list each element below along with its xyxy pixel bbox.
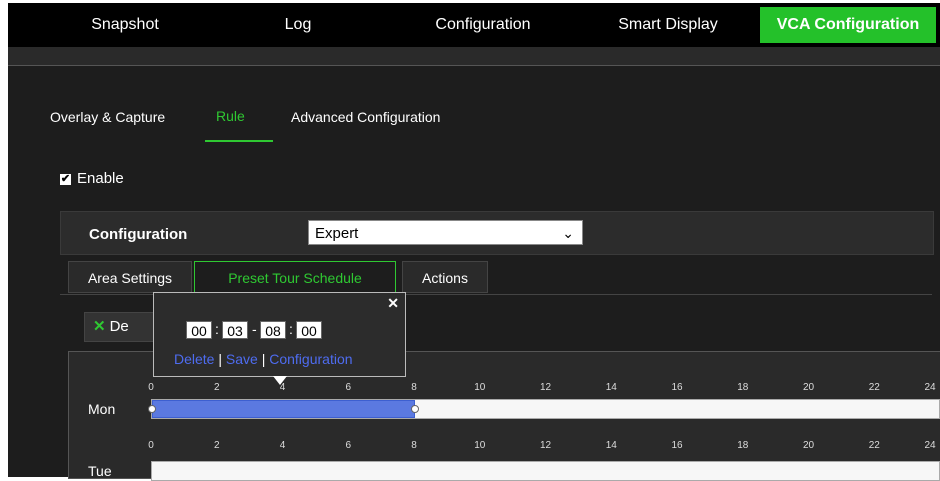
top-nav: Snapshot Log Configuration Smart Display… [8, 3, 940, 47]
tick-label: 22 [868, 382, 880, 393]
tue-schedule-track[interactable] [151, 461, 940, 481]
tick-label: 16 [671, 382, 683, 393]
tick-label: 16 [671, 440, 683, 451]
popup-delete-link[interactable]: Delete [174, 351, 214, 367]
time-edit-popup: ✕ 00 : 03 - 08 : 00 Delete | Save | Conf… [153, 292, 406, 377]
dash-separator: - [252, 321, 257, 337]
tab-smart-display[interactable]: Smart Display [593, 3, 743, 47]
tick-label: 18 [737, 382, 749, 393]
tick-label: 0 [148, 382, 154, 393]
tick-label: 0 [148, 440, 154, 451]
popup-configuration-link[interactable]: Configuration [269, 351, 352, 367]
end-minute-input[interactable]: 00 [296, 321, 322, 339]
tick-label: 24 [924, 382, 936, 393]
popup-save-link[interactable]: Save [226, 351, 258, 367]
tick-label: 20 [802, 382, 815, 393]
end-hour-input[interactable]: 08 [260, 321, 286, 339]
tick-label: 10 [474, 440, 486, 451]
tick-label: 10 [474, 382, 486, 393]
delete-button-label: De [109, 318, 129, 335]
configuration-select-value: Expert [315, 225, 359, 242]
tick-label: 14 [605, 440, 617, 451]
tab-snapshot[interactable]: Snapshot [50, 3, 200, 47]
tick-label: 2 [213, 382, 220, 393]
close-icon[interactable]: ✕ [387, 295, 399, 312]
tick-label: 12 [539, 440, 552, 451]
tick-label: 4 [279, 440, 286, 451]
configuration-label: Configuration [89, 226, 188, 243]
chevron-down-icon: ⌄ [562, 225, 574, 241]
configuration-select[interactable]: Expert ⌄ [308, 220, 583, 245]
tick-label: 8 [411, 440, 417, 451]
tab-configuration[interactable]: Configuration [408, 3, 558, 47]
subtab-rule[interactable]: Rule [216, 108, 245, 124]
day-label-mon: Mon [88, 401, 116, 417]
subtab-advanced-configuration[interactable]: Advanced Configuration [291, 109, 440, 125]
delete-icon: ✕ [93, 318, 106, 335]
tick-label: 20 [802, 440, 815, 451]
tick-label: 24 [924, 440, 936, 451]
enable-row: ✔ Enable [60, 170, 124, 187]
tick-label: 18 [737, 440, 749, 451]
enable-checkbox[interactable]: ✔ [60, 173, 71, 185]
enable-label: Enable [77, 170, 124, 187]
link-separator: | [218, 351, 222, 367]
tick-label: 14 [605, 382, 617, 393]
colon-separator: : [289, 321, 293, 337]
segment-end-handle[interactable] [411, 405, 419, 413]
subtab-overlay-capture[interactable]: Overlay & Capture [50, 109, 165, 125]
start-hour-input[interactable]: 00 [186, 321, 212, 339]
popup-links: Delete | Save | Configuration [174, 351, 353, 367]
tab-preset-tour-schedule[interactable]: Preset Tour Schedule [194, 261, 396, 293]
tick-label: 6 [345, 440, 352, 451]
segment-start-handle[interactable] [148, 405, 156, 413]
tick-label: 2 [213, 440, 220, 451]
tick-label: 22 [868, 440, 880, 451]
tab-log[interactable]: Log [243, 3, 353, 47]
tab-actions[interactable]: Actions [402, 261, 488, 293]
tab-vca-configuration[interactable]: VCA Configuration [760, 7, 936, 43]
popup-pointer [273, 376, 287, 385]
tab-area-settings[interactable]: Area Settings [68, 261, 192, 293]
active-subtab-underline [205, 140, 273, 142]
mon-schedule-segment[interactable] [152, 400, 415, 418]
colon-separator: : [215, 321, 219, 337]
tick-label: 6 [345, 382, 352, 393]
tick-label: 8 [411, 382, 417, 393]
tick-label: 12 [539, 382, 552, 393]
link-separator: | [261, 351, 266, 367]
nav-sub-bar [8, 47, 940, 66]
start-minute-input[interactable]: 03 [222, 321, 248, 339]
